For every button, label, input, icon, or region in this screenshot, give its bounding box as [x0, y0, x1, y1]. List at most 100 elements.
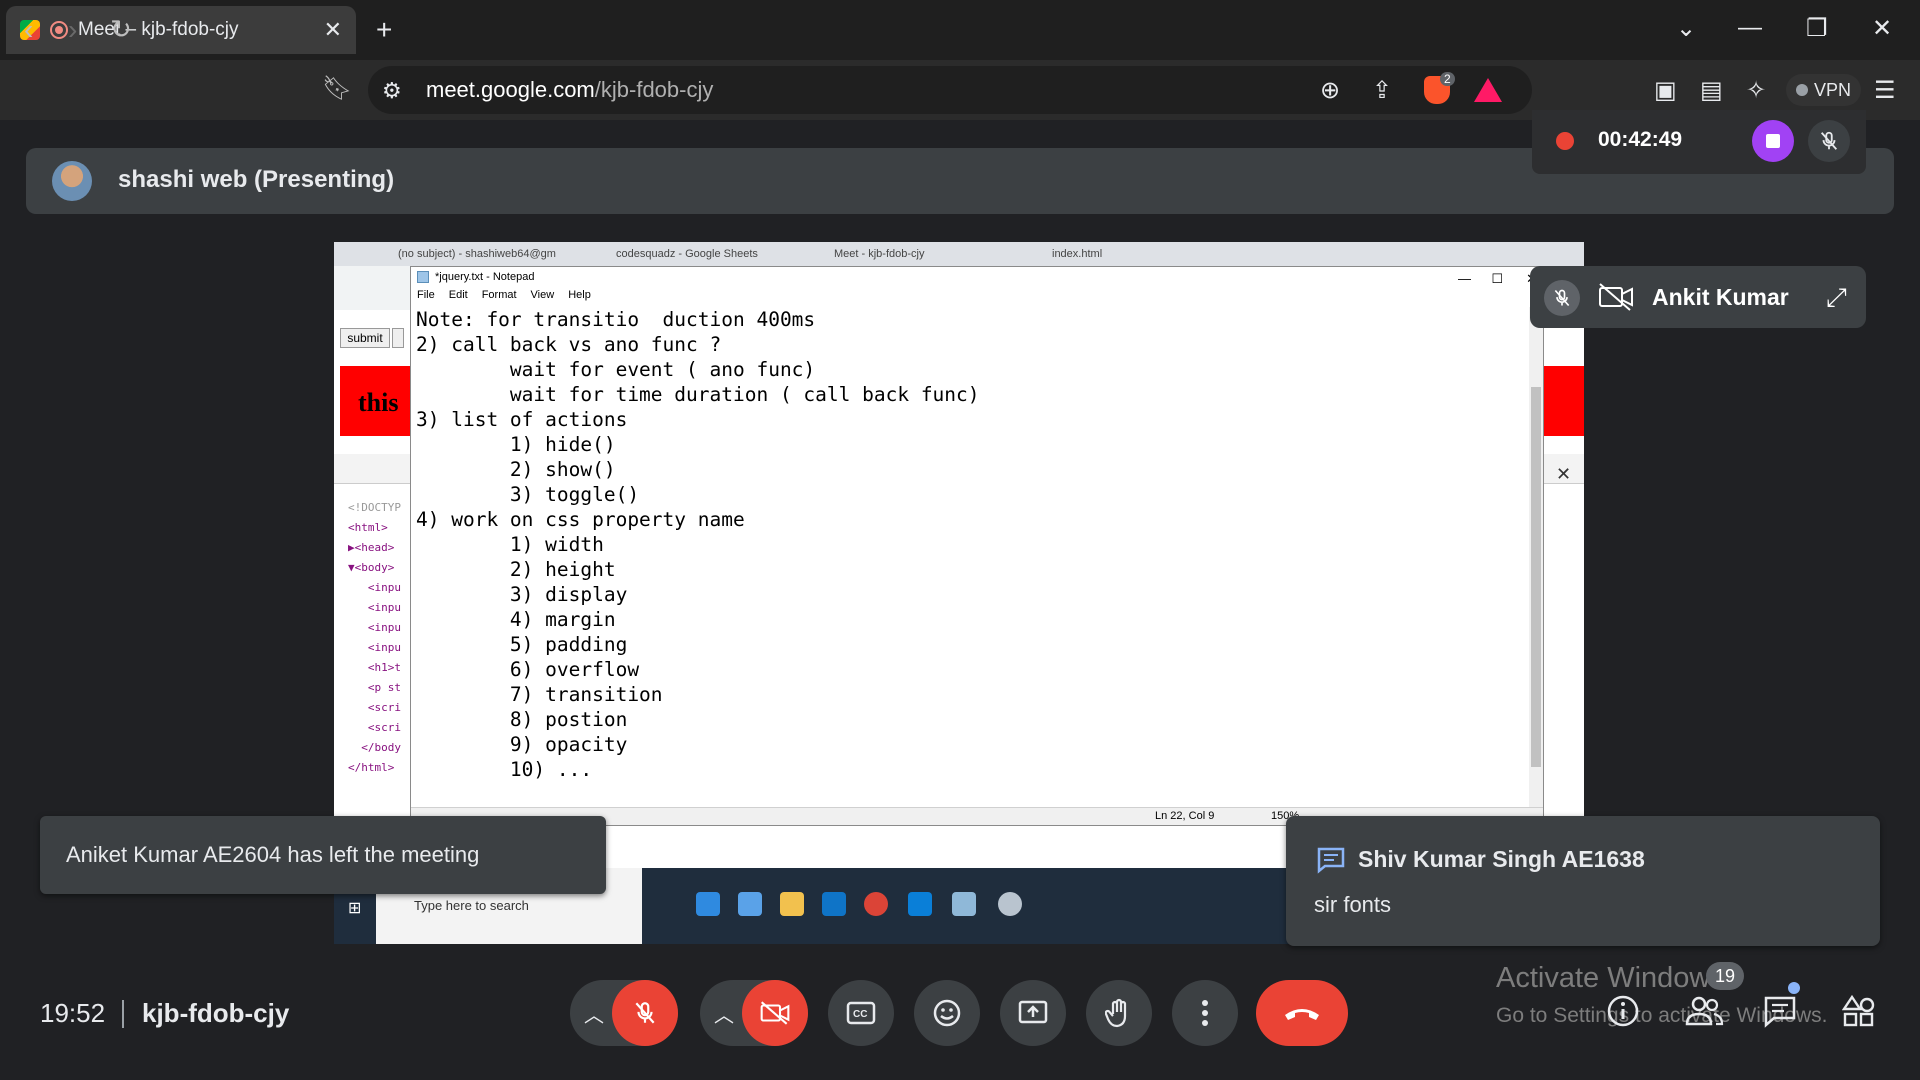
chat-button[interactable] [1762, 994, 1798, 1033]
present-now-button[interactable] [1000, 980, 1066, 1046]
shields-count-badge: 2 [1440, 72, 1455, 86]
shared-tab-sheets: codesquadz - Google Sheets [616, 248, 758, 260]
devtools-dom-tree: <!DOCTYP <html> ▶<head> ▼<body> <inpu <inpu… [348, 501, 401, 774]
zoom-icon[interactable]: ⊕ [1320, 76, 1340, 105]
chat-message-text: sir fonts [1314, 892, 1392, 917]
tile-participant-name: Ankit Kumar [1652, 284, 1789, 310]
more-vert-icon [1202, 1000, 1208, 1026]
chat-message-toast[interactable] [1286, 816, 1880, 946]
brave-rewards-icon[interactable] [1474, 78, 1502, 102]
audio-options-chevron-icon[interactable]: ︿ [584, 999, 604, 1028]
recording-indicator-icon [50, 21, 68, 39]
participant-left-text: Aniket Kumar AE2604 has left the meeting [66, 842, 480, 867]
notepad-minimize-icon: — [1458, 271, 1471, 286]
tab-search-chevron-icon[interactable]: ⌄ [1676, 14, 1696, 43]
people-button[interactable] [1684, 994, 1724, 1033]
close-window-button[interactable]: ✕ [1872, 14, 1892, 43]
emoji-icon [933, 999, 961, 1027]
forward-button[interactable]: › [68, 14, 77, 46]
recording-dot-icon [1556, 132, 1574, 150]
shared-second-button [392, 328, 404, 348]
captions-button[interactable]: CC [828, 980, 894, 1046]
share-icon[interactable]: ⇪ [1372, 76, 1392, 105]
minimize-button[interactable]: — [1738, 14, 1762, 42]
recorder-mic-off-button[interactable] [1808, 120, 1850, 162]
reload-button[interactable]: ↻ [110, 14, 132, 45]
vpn-button[interactable]: VPN [1786, 74, 1862, 106]
edge-icon [696, 892, 720, 916]
chrome-icon [864, 892, 888, 916]
url-text[interactable]: meet.google.com/kjb-fdob-cjy [426, 77, 713, 103]
presenter-avatar [52, 161, 92, 201]
vscode-icon [908, 892, 932, 916]
activities-icon [1841, 994, 1875, 1027]
tile-mic-off-icon [1544, 280, 1580, 316]
shared-tab-index: index.html [1052, 248, 1103, 260]
more-options-button[interactable] [1172, 980, 1238, 1046]
reactions-button[interactable] [914, 980, 980, 1046]
chat-unread-dot [1788, 982, 1800, 994]
vpn-status-icon [1796, 84, 1808, 96]
notepad-menubar: File Edit Format View Help [417, 289, 591, 301]
svg-text:CC: CC [853, 1009, 867, 1020]
wallet-icon[interactable]: ▤ [1700, 76, 1723, 105]
shared-tab-meet: Meet - kjb-fdob-cjy [834, 248, 925, 260]
expand-icon[interactable]: ⤢ [1826, 282, 1847, 314]
taskbar-search-text: Type here to search [414, 898, 529, 913]
tile-camera-off-icon [1598, 282, 1634, 317]
divider [122, 1000, 124, 1028]
video-options-chevron-icon[interactable]: ︿ [714, 999, 734, 1028]
store-icon [738, 892, 762, 916]
notepad-text: Note: for transitio duction 400ms 2) call… [416, 308, 980, 781]
hang-up-icon [1285, 1009, 1319, 1020]
activate-windows-title: Activate Windows [1496, 962, 1725, 994]
mail-icon [822, 892, 846, 916]
mic-off-icon [1820, 131, 1838, 150]
notepad-titlebar: *jquery.txt - Notepad — ☐ ✕ [411, 267, 1543, 287]
restore-button[interactable]: ❐ [1806, 14, 1828, 43]
info-icon [1607, 995, 1639, 1027]
audio-options-control[interactable]: ︿ [570, 980, 678, 1046]
meeting-code: kjb-fdob-cjy [142, 998, 290, 1028]
stop-recording-button[interactable] [1752, 120, 1794, 162]
close-tab-icon[interactable]: ✕ [324, 17, 342, 43]
raise-hand-button[interactable] [1086, 980, 1152, 1046]
shared-submit-button: submit [340, 328, 390, 348]
meeting-details-button[interactable] [1606, 994, 1640, 1033]
recording-timer: 00:42:49 [1598, 128, 1683, 151]
presenter-name: shashi web (Presenting) [118, 166, 395, 193]
notepad-icon [417, 271, 429, 283]
leo-ai-icon[interactable]: ✧ [1746, 76, 1766, 105]
camera-toggle-button[interactable] [742, 980, 808, 1046]
sidebar-icon[interactable]: ▣ [1654, 76, 1677, 105]
notepad-maximize-icon: ☐ [1491, 271, 1503, 286]
browser-tab-meet[interactable]: Meet – kjb-fdob-cjy ✕ [6, 6, 356, 54]
mic-off-icon [635, 1002, 655, 1024]
mic-toggle-button[interactable] [612, 980, 678, 1046]
raise-hand-icon [1105, 998, 1127, 1028]
site-info-icon[interactable]: ⚙ [382, 78, 402, 104]
leave-call-button[interactable] [1256, 980, 1348, 1046]
chat-bubble-icon [1316, 846, 1346, 879]
explorer-icon [780, 892, 804, 916]
video-options-control[interactable]: ︿ [700, 980, 808, 1046]
camera-off-icon [760, 1001, 790, 1025]
participants-count-badge: 19 [1706, 962, 1744, 990]
activities-button[interactable] [1841, 994, 1876, 1033]
people-icon [1685, 996, 1724, 1026]
present-screen-icon [1018, 1000, 1048, 1024]
back-button[interactable]: ‹ [24, 14, 33, 46]
bookmark-icon[interactable]: 🔖︎ [322, 74, 352, 103]
chat-icon [1764, 996, 1796, 1028]
menu-icon[interactable]: ☰ [1874, 76, 1896, 105]
paint-icon [998, 892, 1022, 916]
meeting-clock: 19:52 [40, 998, 106, 1028]
windows-start-icon: ⊞ [348, 900, 362, 917]
chat-sender-name: Shiv Kumar Singh AE1638 [1358, 846, 1645, 872]
shared-tab-gmail: (no subject) - shashiweb64@gm [398, 248, 556, 260]
devtools-close-icon: ✕ [1556, 464, 1572, 484]
notepad-scroll-thumb [1531, 387, 1541, 767]
captions-icon: CC [846, 1001, 876, 1025]
notepad-window: *jquery.txt - Notepad — ☐ ✕ File Edit Fo… [410, 266, 1544, 826]
new-tab-button[interactable]: + [376, 14, 392, 46]
